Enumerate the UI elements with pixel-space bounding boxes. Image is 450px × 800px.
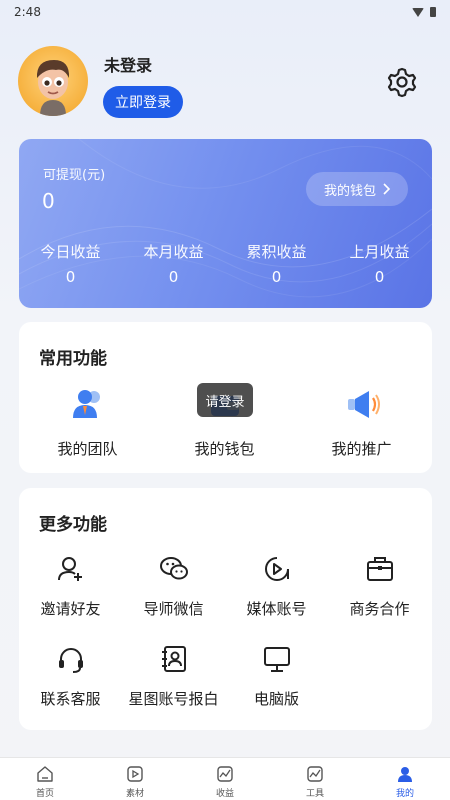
stat-label: 今日收益 <box>40 243 101 261</box>
home-icon <box>37 766 53 782</box>
my-wallet-label: 我的钱包 <box>194 440 255 458</box>
status-time: 2:48 <box>14 5 41 19</box>
customer-service-button[interactable]: 联系客服 <box>19 644 122 734</box>
briefcase-icon <box>366 557 393 581</box>
xingtu-account-button[interactable]: 星图账号报白 <box>122 644 225 734</box>
my-team-button[interactable]: 我的团队 <box>19 384 156 459</box>
invite-friend-icon <box>57 557 82 581</box>
stat-last-month: 上月收益 0 <box>328 241 431 286</box>
battery-icon <box>430 7 436 17</box>
more-functions-row: 联系客服 星图账号报白 电脑版 <box>19 644 432 734</box>
earnings-icon <box>217 766 233 782</box>
profile-icon <box>398 767 412 782</box>
tab-tools[interactable]: 工具 <box>270 758 360 800</box>
more-functions-grid: 邀请好友 导师微信 媒体账号 商务合作 联系客服 星图账号报白 电脑版 <box>19 554 432 734</box>
media-account-button[interactable]: 媒体账号 <box>225 554 328 644</box>
more-item-label: 星图账号报白 <box>128 690 219 708</box>
avatar[interactable] <box>18 46 88 116</box>
wifi-icon <box>412 7 424 17</box>
mentor-wechat-button[interactable]: 导师微信 <box>122 554 225 644</box>
tab-home[interactable]: 首页 <box>0 758 90 800</box>
tab-label: 收益 <box>215 789 234 799</box>
tab-label: 首页 <box>35 789 54 799</box>
stat-label: 累积收益 <box>246 243 307 261</box>
stat-month: 本月收益 0 <box>122 241 225 286</box>
tools-icon <box>307 766 323 782</box>
withdrawable-label: 可提现(元) <box>43 168 106 183</box>
more-item-label: 商务合作 <box>349 600 410 618</box>
more-item-label: 邀请好友 <box>40 600 101 618</box>
megaphone-icon <box>347 391 380 418</box>
monitor-icon <box>263 647 290 672</box>
login-tooltip: 请登录 <box>197 383 253 417</box>
status-icons <box>412 7 436 17</box>
stat-value: 0 <box>168 268 179 286</box>
stat-value: 0 <box>374 268 385 286</box>
stat-total: 累积收益 0 <box>225 241 328 286</box>
tab-profile[interactable]: 我的 <box>360 758 450 800</box>
my-promotion-label: 我的推广 <box>331 440 392 458</box>
section-title: 常用功能 <box>39 349 107 369</box>
login-button[interactable]: 立即登录 <box>103 86 183 118</box>
stat-label: 本月收益 <box>143 243 204 261</box>
bottom-tab-bar: 首页 素材 收益 工具 我的 <box>0 757 450 800</box>
more-item-label: 电脑版 <box>253 690 299 708</box>
my-team-label: 我的团队 <box>57 440 118 458</box>
tab-label: 我的 <box>395 789 414 799</box>
more-item-label: 导师微信 <box>143 600 204 618</box>
earnings-stats: 今日收益 0 本月收益 0 累积收益 0 上月收益 0 <box>19 241 432 286</box>
invite-friends-button[interactable]: 邀请好友 <box>19 554 122 644</box>
more-functions-panel: 更多功能 邀请好友 导师微信 媒体账号 商务合作 联系客服 星图账号报白 电脑版 <box>19 488 432 730</box>
profile-header: 未登录 立即登录 <box>18 46 432 122</box>
my-promotion-button[interactable]: 我的推广 <box>293 384 430 459</box>
business-cooperation-button[interactable]: 商务合作 <box>328 554 431 644</box>
more-item-label: 媒体账号 <box>246 600 307 618</box>
my-wallet-button[interactable]: 我的钱包 <box>306 172 408 206</box>
tab-material[interactable]: 素材 <box>90 758 180 800</box>
media-account-icon <box>264 557 289 581</box>
contact-book-icon <box>161 646 186 672</box>
tab-earnings[interactable]: 收益 <box>180 758 270 800</box>
more-functions-row: 邀请好友 导师微信 媒体账号 商务合作 <box>19 554 432 644</box>
stat-label: 上月收益 <box>349 243 410 261</box>
desktop-version-button[interactable]: 电脑版 <box>225 644 328 734</box>
status-bar: 2:48 <box>0 0 450 24</box>
my-wallet-button-label: 我的钱包 <box>323 183 376 199</box>
username-label: 未登录 <box>104 56 153 75</box>
tab-label: 工具 <box>305 789 324 799</box>
settings-gear-icon[interactable] <box>386 66 418 98</box>
stat-value: 0 <box>271 268 282 286</box>
team-icon <box>72 390 100 418</box>
avatar-illustration <box>36 60 70 116</box>
withdrawable-value: 0 <box>42 189 55 213</box>
section-title: 更多功能 <box>39 515 107 535</box>
stat-today: 今日收益 0 <box>19 241 122 286</box>
headset-icon <box>58 648 83 673</box>
material-icon <box>127 766 143 782</box>
wallet-card: 可提现(元) 0 我的钱包 今日收益 0 本月收益 0 累积收益 0 上月收益 … <box>19 139 432 308</box>
tab-label: 素材 <box>125 789 144 799</box>
more-item-label: 联系客服 <box>40 690 101 708</box>
chevron-right-icon <box>383 183 390 195</box>
stat-value: 0 <box>65 268 76 286</box>
wechat-icon <box>159 557 188 580</box>
